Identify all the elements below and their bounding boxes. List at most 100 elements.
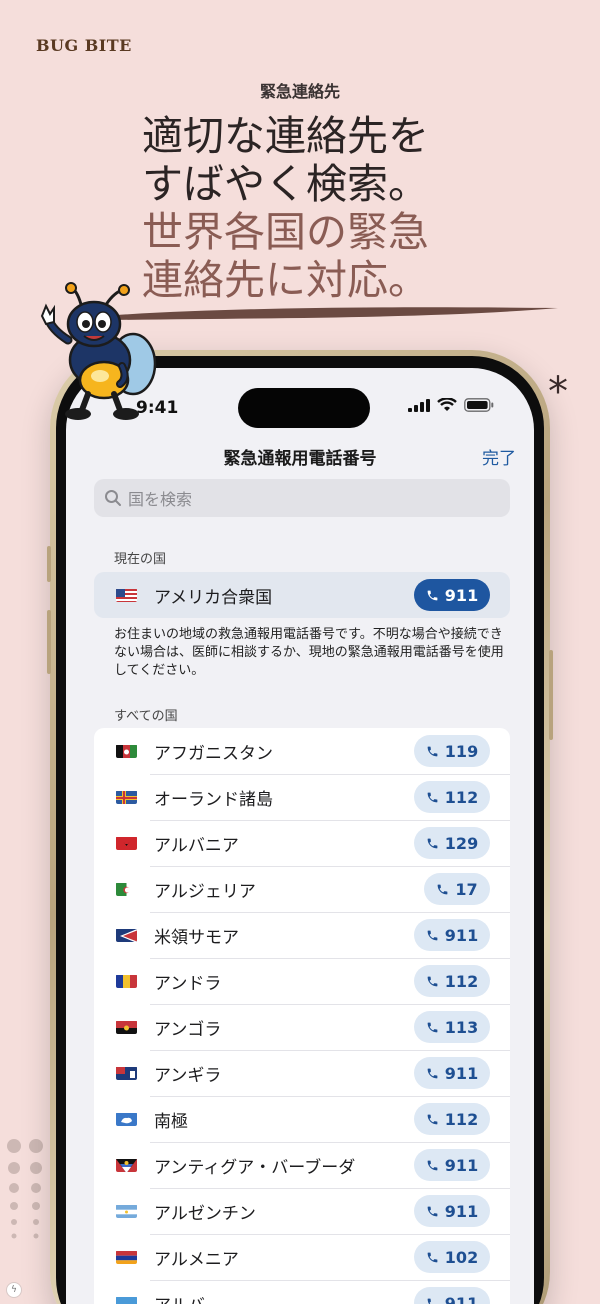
phone-icon: [427, 1114, 438, 1124]
call-number: 112: [444, 1109, 479, 1129]
wifi-icon: [437, 398, 457, 411]
done-button[interactable]: 完了: [482, 444, 516, 469]
call-number: 911: [444, 1063, 479, 1083]
call-number: 911: [444, 1201, 479, 1221]
country-row[interactable]: アンティグア・バーブーダ 911: [94, 1142, 510, 1188]
call-number: 911: [444, 585, 479, 605]
country-name: オーランド諸島: [154, 789, 273, 810]
country-name: 米領サモア: [154, 927, 239, 948]
country-name: アルバ: [154, 1291, 205, 1304]
call-number: 113: [444, 1017, 479, 1037]
country-name: アンドラ: [154, 973, 222, 994]
call-button[interactable]: 911: [414, 919, 490, 951]
call-number: 119: [444, 741, 479, 761]
current-country-note: お住まいの地域の救急通報用電話番号です。不明な場合や接続できない場合は、医師に相…: [114, 627, 504, 678]
current-country-name: アメリカ合衆国: [154, 587, 273, 608]
flag-icon: [116, 1020, 137, 1034]
flag-icon: [116, 1112, 137, 1126]
phone-icon: [427, 792, 438, 802]
call-number: 911: [444, 1293, 479, 1304]
phone-icon: [427, 590, 438, 600]
corner-badge-icon: ϟ: [6, 1282, 22, 1298]
flag-icon: [116, 744, 137, 758]
call-number: 17: [455, 879, 478, 899]
call-button[interactable]: 911: [414, 579, 490, 611]
bug-mascot-illustration: [40, 282, 157, 420]
country-name: アルゼンチン: [154, 1203, 256, 1224]
call-button[interactable]: 119: [414, 735, 490, 767]
flag-icon: [116, 790, 137, 804]
search-icon: [105, 490, 121, 506]
call-button[interactable]: 129: [414, 827, 490, 859]
call-button[interactable]: 17: [424, 873, 490, 905]
phone-icon: [427, 1068, 438, 1078]
country-name: アルバニア: [154, 835, 239, 856]
phone-icon: [427, 930, 438, 940]
current-country-header: 現在の国: [114, 552, 167, 567]
flag-icon: [116, 588, 137, 602]
flag-icon: [116, 836, 137, 850]
country-row[interactable]: アンギラ 911: [94, 1050, 510, 1096]
call-button[interactable]: 911: [414, 1287, 490, 1304]
flag-icon: [116, 1158, 137, 1172]
call-number: 911: [444, 1155, 479, 1175]
signal-icon: [408, 398, 430, 412]
phone-volume-button: [47, 610, 51, 674]
search-input[interactable]: 国を検索: [128, 486, 192, 510]
country-row[interactable]: 米領サモア 911: [94, 912, 510, 958]
call-button[interactable]: 911: [414, 1195, 490, 1227]
country-row[interactable]: アルメニア 102: [94, 1234, 510, 1280]
country-name: アルジェリア: [154, 881, 256, 902]
call-number: 112: [444, 787, 479, 807]
call-button[interactable]: 112: [414, 781, 490, 813]
phone-side-button: [47, 546, 51, 582]
country-row[interactable]: アルバ 911: [94, 1280, 510, 1304]
flag-icon: [116, 1296, 137, 1304]
flag-icon: [116, 1204, 137, 1218]
flag-icon: [116, 928, 137, 942]
call-button[interactable]: 112: [414, 1103, 490, 1135]
dynamic-island: [238, 388, 370, 428]
phone-icon: [427, 1160, 438, 1170]
brand-logo: BUG BITE: [36, 36, 132, 55]
call-button[interactable]: 112: [414, 965, 490, 997]
country-row[interactable]: アンドラ 112: [94, 958, 510, 1004]
call-number: 129: [444, 833, 479, 853]
country-name: アフガニスタン: [154, 743, 273, 764]
country-list: アフガニスタン 119 オーランド諸島 112 アルバニア 129 アルジェリア 17 米領サモ…: [94, 728, 510, 1304]
flag-icon: [116, 882, 137, 896]
phone-icon: [437, 884, 448, 894]
country-row[interactable]: 南極 112: [94, 1096, 510, 1142]
phone-mockup: 9:41 緊急通報用電話番号 完了 国を検索 現在の国 アメリカ合衆国 911 …: [47, 350, 553, 1304]
phone-power-button: [549, 650, 553, 740]
search-field[interactable]: 国を検索: [94, 479, 510, 517]
country-row[interactable]: オーランド諸島 112: [94, 774, 510, 820]
country-row[interactable]: アルゼンチン 911: [94, 1188, 510, 1234]
call-button[interactable]: 911: [414, 1057, 490, 1089]
phone-icon: [427, 838, 438, 848]
call-button[interactable]: 911: [414, 1149, 490, 1181]
star-decoration: *: [548, 369, 568, 415]
all-countries-header: すべての国: [114, 709, 178, 724]
call-number: 102: [444, 1247, 479, 1267]
country-row[interactable]: アフガニスタン 119: [94, 728, 510, 774]
phone-icon: [427, 1022, 438, 1032]
phone-icon: [427, 1298, 431, 1304]
call-button[interactable]: 102: [414, 1241, 490, 1273]
promo-headline: 適切な連絡先を すばやく検索。 世界各国の緊急 連絡先に対応。: [142, 112, 582, 304]
country-row[interactable]: アンゴラ 113: [94, 1004, 510, 1050]
app-screen: 9:41 緊急通報用電話番号 完了 国を検索 現在の国 アメリカ合衆国 911 …: [66, 368, 534, 1304]
country-row[interactable]: アルバニア 129: [94, 820, 510, 866]
call-number: 911: [444, 925, 479, 945]
phone-icon: [427, 976, 438, 986]
promo-kicker: 緊急連絡先: [259, 82, 340, 101]
headline-line-1: 適切な連絡先を: [142, 112, 429, 160]
country-row[interactable]: アルジェリア 17: [94, 866, 510, 912]
phone-icon: [427, 746, 438, 756]
call-button[interactable]: 113: [414, 1011, 490, 1043]
country-name: アンギラ: [154, 1065, 222, 1086]
country-name: アルメニア: [154, 1249, 239, 1270]
status-icons: [408, 398, 494, 412]
battery-icon: [464, 398, 494, 412]
current-country-row[interactable]: アメリカ合衆国 911: [94, 572, 510, 618]
